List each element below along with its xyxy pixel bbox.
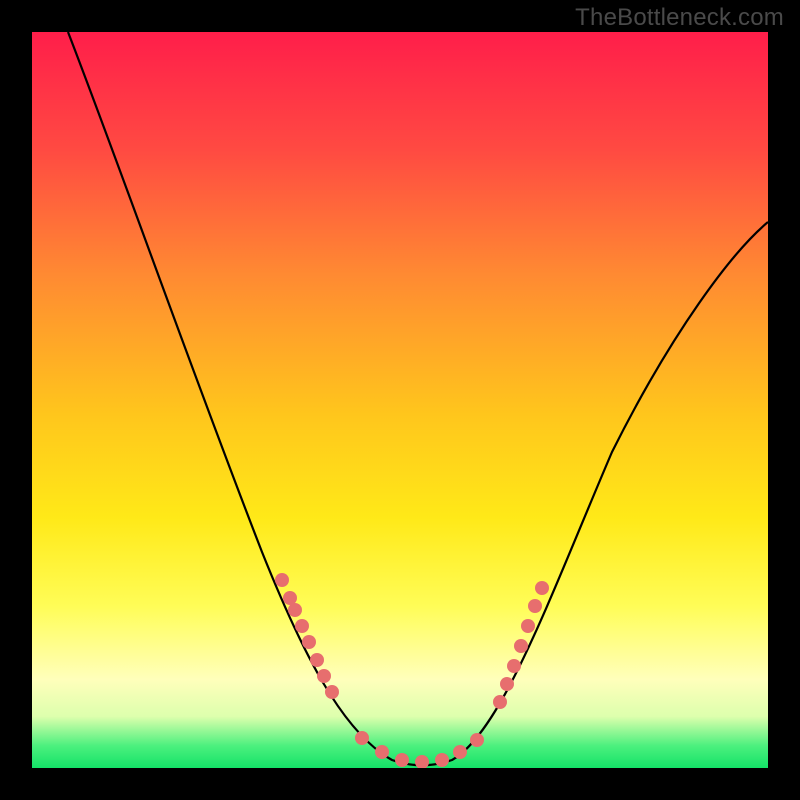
marker-cluster-left xyxy=(275,573,339,699)
bottleneck-curve xyxy=(68,32,768,765)
marker-cluster-bottom xyxy=(355,731,484,768)
attribution-text: TheBottleneck.com xyxy=(575,4,784,32)
plot-area xyxy=(32,32,768,768)
chart-svg xyxy=(32,32,768,768)
chart-frame: TheBottleneck.com xyxy=(0,0,800,800)
marker-cluster-right xyxy=(493,581,549,709)
